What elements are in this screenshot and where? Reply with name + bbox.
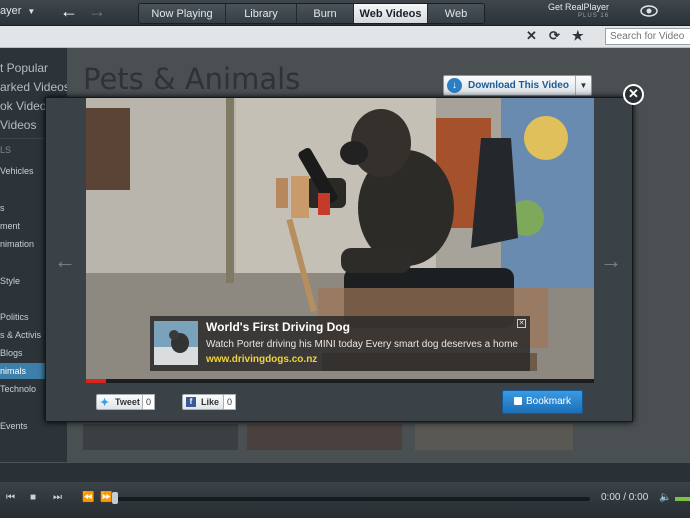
tab-web-videos[interactable]: Web Videos — [354, 4, 428, 23]
rewind-icon[interactable]: ⏪ — [82, 492, 94, 503]
twitter-bird-icon: ✦ — [100, 397, 110, 409]
download-label: Download This Video — [468, 80, 569, 91]
realplayer-window: ayer ▼ ← → Now Playing Library Burn Web V… — [0, 0, 690, 518]
seek-handle[interactable] — [112, 492, 118, 504]
top-toolbar: ayer ▼ ← → Now Playing Library Burn Web V… — [0, 0, 690, 26]
forward-arrow-icon[interactable]: → — [88, 1, 106, 22]
back-arrow-icon[interactable]: ← — [60, 1, 78, 22]
app-menu[interactable]: ayer ▼ — [0, 5, 35, 17]
facebook-icon: f — [186, 397, 196, 407]
ad-title: World's First Driving Dog — [206, 320, 350, 334]
like-count: 0 — [223, 394, 237, 410]
tab-burn[interactable]: Burn — [297, 4, 354, 23]
get-realplayer-plus[interactable]: Get RealPlayer PLUS 16 — [548, 3, 609, 21]
video-ad-overlay[interactable]: World's First Driving Dog Watch Porter d… — [150, 316, 530, 371]
time-display: 0:00 / 0:00 — [601, 492, 649, 503]
main-tabs: Now Playing Library Burn Web Videos Web — [138, 3, 485, 24]
tab-web[interactable]: Web — [428, 4, 484, 23]
video-progress-bar[interactable] — [86, 379, 594, 383]
tab-library[interactable]: Library — [226, 4, 297, 23]
video-thumbnail[interactable] — [415, 424, 573, 450]
tweet-label: Tweet — [115, 397, 140, 407]
brand-name: Get RealPlayer — [548, 2, 610, 12]
bookmark-icon — [513, 397, 522, 405]
eye-icon[interactable] — [640, 5, 658, 17]
search-input[interactable] — [605, 28, 690, 45]
tweet-count: 0 — [142, 394, 156, 410]
like-label: Like — [201, 397, 220, 407]
tab-now-playing[interactable]: Now Playing — [139, 4, 226, 23]
tweet-button[interactable]: ✦ Tweet — [96, 394, 145, 410]
chevron-down-icon: ▼ — [27, 7, 36, 16]
previous-arrow-icon[interactable]: ← — [54, 248, 76, 274]
bookmark-button[interactable]: Bookmark — [502, 390, 583, 414]
star-icon[interactable]: ★ — [572, 28, 584, 44]
app-menu-label: ayer — [0, 5, 22, 17]
close-modal-button[interactable]: ✕ — [623, 84, 644, 105]
download-icon: ↓ — [447, 78, 462, 93]
video-thumbnail[interactable] — [247, 424, 402, 450]
brand-version: PLUS 16 — [578, 13, 610, 19]
fast-forward-icon[interactable]: ⏩ — [100, 492, 112, 503]
refresh-icon[interactable]: ⟳ — [549, 28, 560, 44]
ad-thumbnail — [154, 321, 198, 365]
video-modal: ← → World's First Driving Dog Watch Port… — [45, 97, 633, 422]
sidebar-item-popular[interactable]: t Popular — [0, 61, 67, 75]
chevron-down-icon[interactable]: ▼ — [575, 76, 591, 95]
next-track-icon[interactable]: ⏭ — [53, 492, 62, 503]
ad-link[interactable]: www.drivingdogs.co.nz — [206, 354, 317, 365]
page-title: Pets & Animals — [83, 62, 301, 96]
close-icon[interactable]: ✕ — [517, 319, 526, 328]
player-controls: ⏮ ■ ⏭ ⏪ ⏩ 0:00 / 0:00 🔈 — [0, 482, 690, 518]
stop-icon[interactable]: ■ — [30, 492, 36, 503]
like-button[interactable]: f Like — [182, 394, 225, 410]
ad-description: Watch Porter driving his MINI today Ever… — [206, 339, 518, 350]
download-video-button[interactable]: ↓ Download This Video ▼ — [443, 75, 592, 96]
sidebar-item-bookmarked[interactable]: arked Videos — [0, 80, 67, 94]
seek-bar[interactable] — [114, 497, 590, 501]
previous-track-icon[interactable]: ⏮ — [6, 492, 15, 503]
player-divider — [0, 462, 690, 482]
bookmark-label: Bookmark — [525, 396, 571, 407]
volume-slider[interactable] — [675, 497, 690, 501]
next-arrow-icon[interactable]: → — [600, 248, 622, 274]
browser-toolbar: ✕ ⟳ ★ — [0, 26, 690, 48]
video-progress-fill — [86, 379, 107, 383]
volume-icon[interactable]: 🔈 — [659, 492, 671, 503]
sidebar-item-events[interactable]: Events — [0, 421, 67, 431]
close-icon[interactable]: ✕ — [526, 28, 537, 44]
video-thumbnail[interactable] — [83, 424, 238, 450]
